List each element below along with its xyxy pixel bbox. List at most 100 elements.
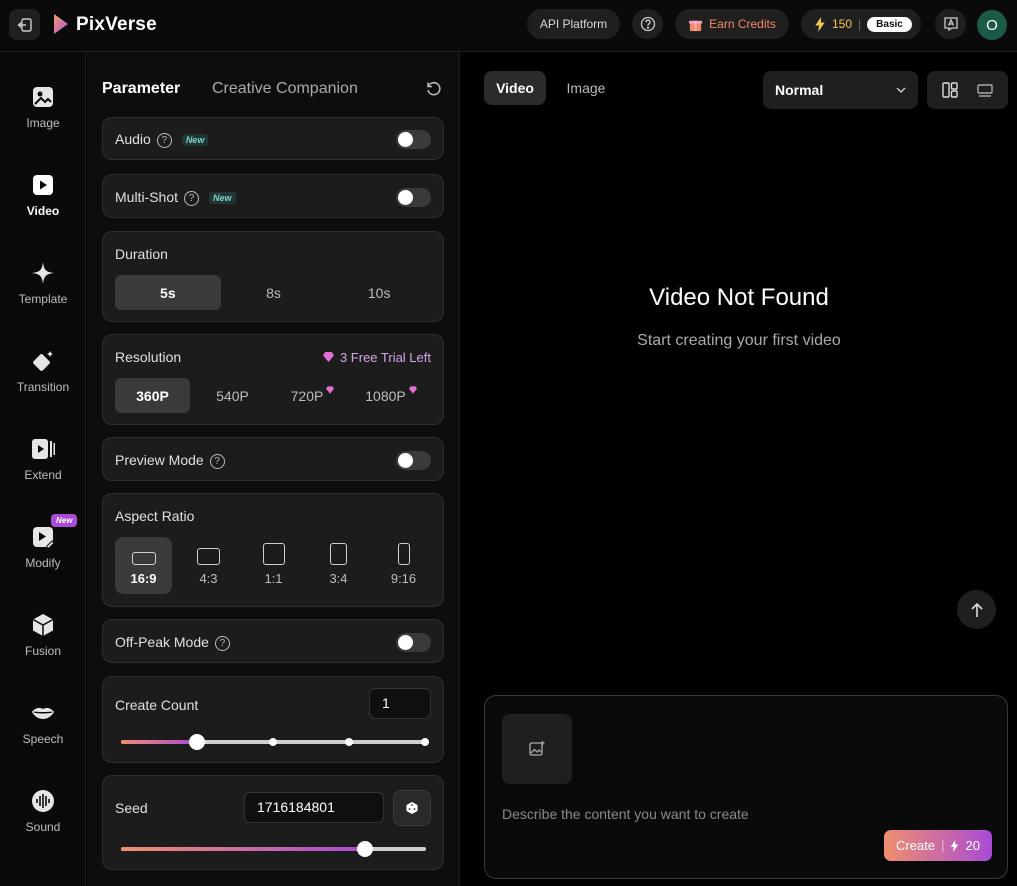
resolution-option-720p[interactable]: 720P xyxy=(275,378,350,413)
new-badge: New xyxy=(51,514,78,527)
credits-button[interactable]: 150 | Basic xyxy=(801,9,921,39)
audio-card: Audio? New xyxy=(102,117,444,160)
sparkle-icon xyxy=(32,262,54,284)
create-count-slider-fill xyxy=(121,740,197,744)
resolution-option-540p[interactable]: 540P xyxy=(190,378,275,413)
main-area: Video Image Normal Video Not Found Start… xyxy=(461,52,1017,886)
audio-toggle[interactable] xyxy=(396,130,431,149)
create-count-slider[interactable] xyxy=(121,734,429,750)
aspect-label: 3:4 xyxy=(329,571,348,586)
seed-slider[interactable] xyxy=(121,841,426,857)
upload-image-button[interactable] xyxy=(502,714,572,784)
duration-card: Duration 5s 8s 10s xyxy=(102,231,444,322)
off-peak-help-icon[interactable]: ? xyxy=(214,635,230,651)
resolution-option-360p[interactable]: 360P xyxy=(115,378,190,413)
tab-creative-companion[interactable]: Creative Companion xyxy=(212,80,358,98)
lips-icon xyxy=(32,708,54,719)
nav-item-sound[interactable]: Sound xyxy=(0,784,86,856)
aspect-16-9-icon xyxy=(131,552,156,565)
nav-label: Extend xyxy=(24,468,62,482)
preview-mode-label: Preview Mode xyxy=(115,452,204,468)
aspect-option-4-3[interactable]: 4:3 xyxy=(180,537,237,594)
lightning-icon xyxy=(815,16,825,32)
off-peak-card: Off-Peak Mode? xyxy=(102,619,444,663)
seed-slider-fill xyxy=(121,847,365,851)
nav-item-speech[interactable]: Speech xyxy=(0,696,86,768)
prompt-input[interactable]: Describe the content you want to create xyxy=(502,806,749,822)
reset-icon[interactable] xyxy=(425,80,443,98)
left-navigation: Image Video Template Transition Extend N… xyxy=(0,52,86,886)
seed-slider-knob[interactable] xyxy=(357,841,373,857)
free-trial-text: 3 Free Trial Left xyxy=(339,350,431,365)
duration-option-5s[interactable]: 5s xyxy=(115,275,221,310)
mode-select[interactable]: Normal xyxy=(763,71,918,109)
list-view-icon[interactable] xyxy=(976,81,994,99)
credits-count: 150 xyxy=(832,17,853,31)
resolution-option-1080p[interactable]: 1080P xyxy=(350,378,432,413)
tab-video[interactable]: Video xyxy=(484,71,546,105)
create-count-card: Create Count 1 xyxy=(102,676,444,763)
duration-options: 5s 8s 10s xyxy=(115,275,432,310)
aspect-ratio-label: Aspect Ratio xyxy=(115,508,195,524)
tab-image[interactable]: Image xyxy=(553,71,619,105)
tab-parameter[interactable]: Parameter xyxy=(102,80,180,98)
multishot-toggle[interactable] xyxy=(396,188,431,207)
nav-item-transition[interactable]: Transition xyxy=(0,344,86,416)
off-peak-toggle[interactable] xyxy=(396,633,431,652)
preview-mode-toggle[interactable] xyxy=(396,451,431,470)
nav-item-extend[interactable]: Extend xyxy=(0,432,86,504)
new-badge: New xyxy=(209,192,236,205)
earn-credits-label: Earn Credits xyxy=(709,17,776,31)
duration-option-10s[interactable]: 10s xyxy=(326,275,432,310)
aspect-option-3-4[interactable]: 3:4 xyxy=(310,537,367,594)
gem-icon xyxy=(408,385,417,394)
aspect-label: 16:9 xyxy=(130,571,157,586)
nav-item-fusion[interactable]: Fusion xyxy=(0,608,86,680)
resolution-card: Resolution 3 Free Trial Left 360P 540P 7… xyxy=(102,334,444,425)
create-button[interactable]: Create | 20 xyxy=(884,830,992,861)
seed-input[interactable]: 1716184801 xyxy=(244,792,384,823)
exit-icon xyxy=(17,17,32,32)
nav-label: Image xyxy=(26,116,60,130)
create-count-input[interactable]: 1 xyxy=(369,688,431,719)
help-button[interactable] xyxy=(632,9,663,39)
random-seed-button[interactable] xyxy=(393,790,431,826)
nav-item-video[interactable]: Video xyxy=(0,168,86,240)
aspect-option-16-9[interactable]: 16:9 xyxy=(115,537,172,594)
plan-badge: Basic xyxy=(867,16,912,32)
earn-credits-button[interactable]: Earn Credits xyxy=(675,9,789,39)
notification-button[interactable] xyxy=(935,9,966,39)
resolution-options: 360P 540P 720P 1080P xyxy=(115,378,432,413)
preview-mode-help-icon[interactable]: ? xyxy=(209,453,225,469)
multishot-help-icon[interactable]: ? xyxy=(184,190,200,206)
preview-mode-row: Preview Mode? xyxy=(115,452,225,469)
aspect-4-3-icon xyxy=(197,548,220,565)
user-avatar[interactable]: O xyxy=(977,10,1007,40)
translate-icon xyxy=(943,17,958,32)
extend-icon xyxy=(32,439,55,459)
aspect-option-9-16[interactable]: 9:16 xyxy=(375,537,432,594)
seed-label: Seed xyxy=(115,800,148,816)
grid-view-icon[interactable] xyxy=(941,81,959,99)
nav-item-template[interactable]: Template xyxy=(0,256,86,328)
off-peak-label: Off-Peak Mode xyxy=(115,634,209,650)
nav-item-modify[interactable]: New Modify xyxy=(0,514,86,592)
app-name: PixVerse xyxy=(76,14,157,35)
audio-help-icon[interactable]: ? xyxy=(156,132,172,148)
nav-item-image[interactable]: Image xyxy=(0,80,86,152)
parameter-panel: Parameter Creative Companion Audio? New M… xyxy=(87,52,460,886)
aspect-option-1-1[interactable]: 1:1 xyxy=(245,537,302,594)
nav-label: Fusion xyxy=(24,644,62,658)
duration-option-8s[interactable]: 8s xyxy=(221,275,327,310)
slider-tick xyxy=(269,738,277,746)
aspect-label: 9:16 xyxy=(390,571,417,586)
api-platform-button[interactable]: API Platform xyxy=(527,9,620,39)
chevron-down-icon xyxy=(896,87,906,93)
nav-label: Template xyxy=(18,292,68,306)
nav-label: Transition xyxy=(16,380,70,394)
create-count-slider-knob[interactable] xyxy=(189,734,205,750)
scroll-to-top-button[interactable] xyxy=(957,590,996,629)
nav-label: Speech xyxy=(22,732,64,746)
exit-button[interactable] xyxy=(9,9,40,40)
off-peak-row: Off-Peak Mode? xyxy=(115,634,230,651)
